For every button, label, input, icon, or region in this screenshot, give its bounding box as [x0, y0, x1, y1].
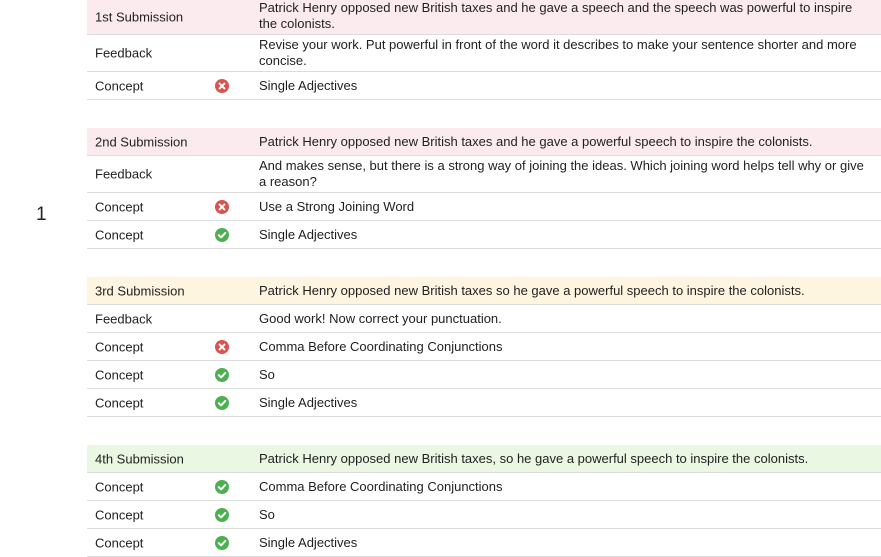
feedback-row: Feedback Good work! Now correct your pun… — [87, 305, 881, 333]
feedback-label: Feedback — [95, 166, 153, 182]
concept-row: Concept Use a Strong Joining Word — [87, 193, 881, 221]
x-circle-icon — [215, 78, 229, 93]
concept-label: Concept — [95, 507, 144, 522]
concept-text: Single Adjectives — [259, 394, 358, 410]
concept-label: Concept — [95, 367, 144, 382]
concept-label: Concept — [95, 199, 144, 214]
check-circle-icon — [215, 535, 229, 550]
check-circle-icon — [215, 479, 229, 494]
feedback-label: Feedback — [95, 311, 153, 326]
concept-text: Comma Before Coordinating Conjunctions — [259, 338, 503, 354]
feedback-text: Good work! Now correct your punctuation. — [259, 310, 502, 326]
concept-text: Single Adjectives — [259, 77, 358, 93]
concept-label: Concept — [95, 339, 144, 354]
concept-label: Concept — [95, 395, 144, 410]
submission-row: 2nd Submission Patrick Henry opposed new… — [87, 128, 881, 156]
concept-row: Concept Comma Before Coordinating Conjun… — [87, 333, 881, 361]
concept-row: Concept Comma Before Coordinating Conjun… — [87, 473, 881, 501]
submission-row: 4th Submission Patrick Henry opposed new… — [87, 445, 881, 473]
concept-text: Single Adjectives — [259, 226, 358, 242]
row-number: 1 — [36, 204, 47, 225]
check-circle-icon — [215, 367, 229, 382]
concept-label: Concept — [95, 78, 144, 93]
concept-label: Concept — [95, 479, 144, 494]
submission-text: Patrick Henry opposed new British taxes … — [259, 133, 813, 149]
concept-text: Use a Strong Joining Word — [259, 198, 415, 214]
concept-label: Concept — [95, 227, 144, 242]
x-circle-icon — [215, 199, 229, 214]
x-circle-icon — [215, 339, 229, 354]
feedback-row: Feedback Revise your work. Put powerful … — [87, 35, 881, 72]
submission-text: Patrick Henry opposed new British taxes … — [259, 0, 853, 31]
concept-text: Single Adjectives — [259, 534, 358, 550]
submission-label: 3rd Submission — [95, 283, 185, 298]
concept-row: Concept So — [87, 501, 881, 529]
submission-text: Patrick Henry opposed new British taxes … — [259, 282, 805, 298]
submission-row: 1st Submission Patrick Henry opposed new… — [87, 0, 881, 35]
submission-label: 1st Submission — [95, 9, 184, 25]
feedback-label: Feedback — [95, 45, 153, 61]
concept-label: Concept — [95, 535, 144, 550]
submission-text: Patrick Henry opposed new British taxes,… — [259, 450, 809, 466]
submission-row: 3rd Submission Patrick Henry opposed new… — [87, 277, 881, 305]
feedback-row: Feedback And makes sense, but there is a… — [87, 156, 881, 193]
check-circle-icon — [215, 395, 229, 410]
check-circle-icon — [215, 507, 229, 522]
feedback-text: And makes sense, but there is a strong w… — [259, 158, 864, 189]
concept-text: So — [259, 366, 275, 382]
submission-history-table: 1st Submission Patrick Henry opposed new… — [87, 0, 881, 557]
submission-label: 2nd Submission — [95, 134, 188, 149]
concept-row: Concept So — [87, 361, 881, 389]
concept-row: Concept Single Adjectives — [87, 529, 881, 557]
concept-row: Concept Single Adjectives — [87, 72, 881, 100]
feedback-text: Revise your work. Put powerful in front … — [259, 37, 857, 68]
submission-label: 4th Submission — [95, 451, 184, 466]
concept-text: So — [259, 506, 275, 522]
check-circle-icon — [215, 227, 229, 242]
concept-row: Concept Single Adjectives — [87, 389, 881, 417]
concept-text: Comma Before Coordinating Conjunctions — [259, 478, 503, 494]
concept-row: Concept Single Adjectives — [87, 221, 881, 249]
